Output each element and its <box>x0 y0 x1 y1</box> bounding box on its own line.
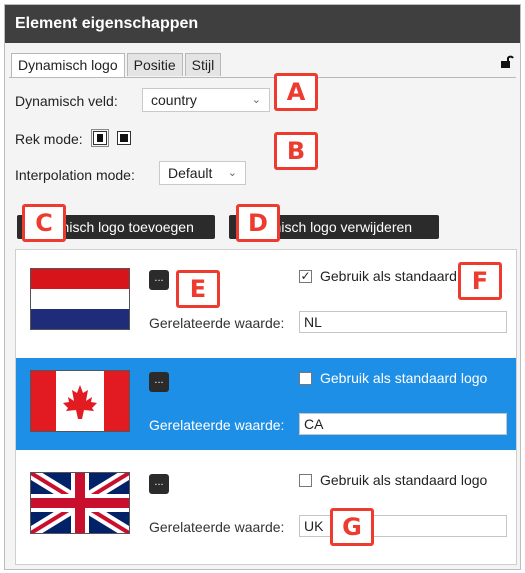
checkmark-icon: ✓ <box>299 268 312 283</box>
netherlands-flag-icon <box>30 268 130 330</box>
unlock-icon[interactable] <box>500 55 514 69</box>
stretch-mode-fill-button[interactable] <box>91 129 109 147</box>
stretch-mode-fit-button[interactable] <box>117 131 131 145</box>
chevron-down-icon: ⌄ <box>227 167 237 179</box>
callout-f: F <box>458 262 502 300</box>
dynamic-field-label: Dynamisch veld: <box>15 93 118 109</box>
tab-divider <box>9 77 516 78</box>
tab-position[interactable]: Positie <box>126 53 183 76</box>
logo-list: ... ✓ Gebruik als standaard logo Gerelat… <box>15 249 517 565</box>
panel-title: Element eigenschappen <box>5 5 520 43</box>
callout-d: D <box>236 204 280 242</box>
related-value-input[interactable]: CA <box>299 413 507 435</box>
callout-e: E <box>176 270 220 308</box>
tab-bar: Dynamisch logo Positie Stijl <box>11 53 223 78</box>
callout-c: C <box>22 204 66 242</box>
chevron-down-icon: ⌄ <box>251 94 261 106</box>
browse-logo-button[interactable]: ... <box>149 372 169 392</box>
united-kingdom-flag-icon <box>30 472 130 534</box>
checkbox-box <box>299 371 312 385</box>
related-value-label: Gerelateerde waarde: <box>149 315 285 331</box>
browse-logo-button[interactable]: ... <box>149 474 169 494</box>
default-logo-label: Gebruik als standaard logo <box>320 370 488 386</box>
related-value-label: Gerelateerde waarde: <box>149 417 285 433</box>
canada-flag-icon <box>30 370 130 432</box>
checkbox-box <box>299 473 312 487</box>
stretch-mode-label: Rek mode: <box>15 131 83 147</box>
callout-b: B <box>274 132 318 170</box>
logo-list-item-uk[interactable]: ... Gebruik als standaard logo Gerelatee… <box>16 460 516 552</box>
dynamic-field-value: country <box>151 92 197 108</box>
default-logo-label: Gebruik als standaard logo <box>320 472 488 488</box>
related-value-input[interactable]: NL <box>299 311 507 333</box>
logo-list-item-ca[interactable]: ... Gebruik als standaard logo Gerelatee… <box>16 358 516 450</box>
tab-dynamic-logo[interactable]: Dynamisch logo <box>11 53 125 78</box>
interpolation-mode-value: Default <box>168 165 213 181</box>
related-value-label: Gerelateerde waarde: <box>149 519 285 535</box>
interpolation-mode-select[interactable]: Default ⌄ <box>159 161 246 185</box>
callout-g: G <box>330 508 374 546</box>
default-logo-checkbox[interactable]: Gebruik als standaard logo <box>299 472 487 488</box>
interpolation-mode-label: Interpolation mode: <box>15 167 135 183</box>
tab-style[interactable]: Stijl <box>184 53 222 76</box>
logo-list-item-nl[interactable]: ... ✓ Gebruik als standaard logo Gerelat… <box>16 256 516 348</box>
browse-logo-button[interactable]: ... <box>149 270 169 290</box>
callout-a: A <box>274 73 318 111</box>
element-properties-panel: Element eigenschappen Dynamisch logo Pos… <box>4 4 521 570</box>
default-logo-checkbox[interactable]: Gebruik als standaard logo <box>299 370 487 386</box>
dynamic-field-select[interactable]: country ⌄ <box>142 88 270 112</box>
